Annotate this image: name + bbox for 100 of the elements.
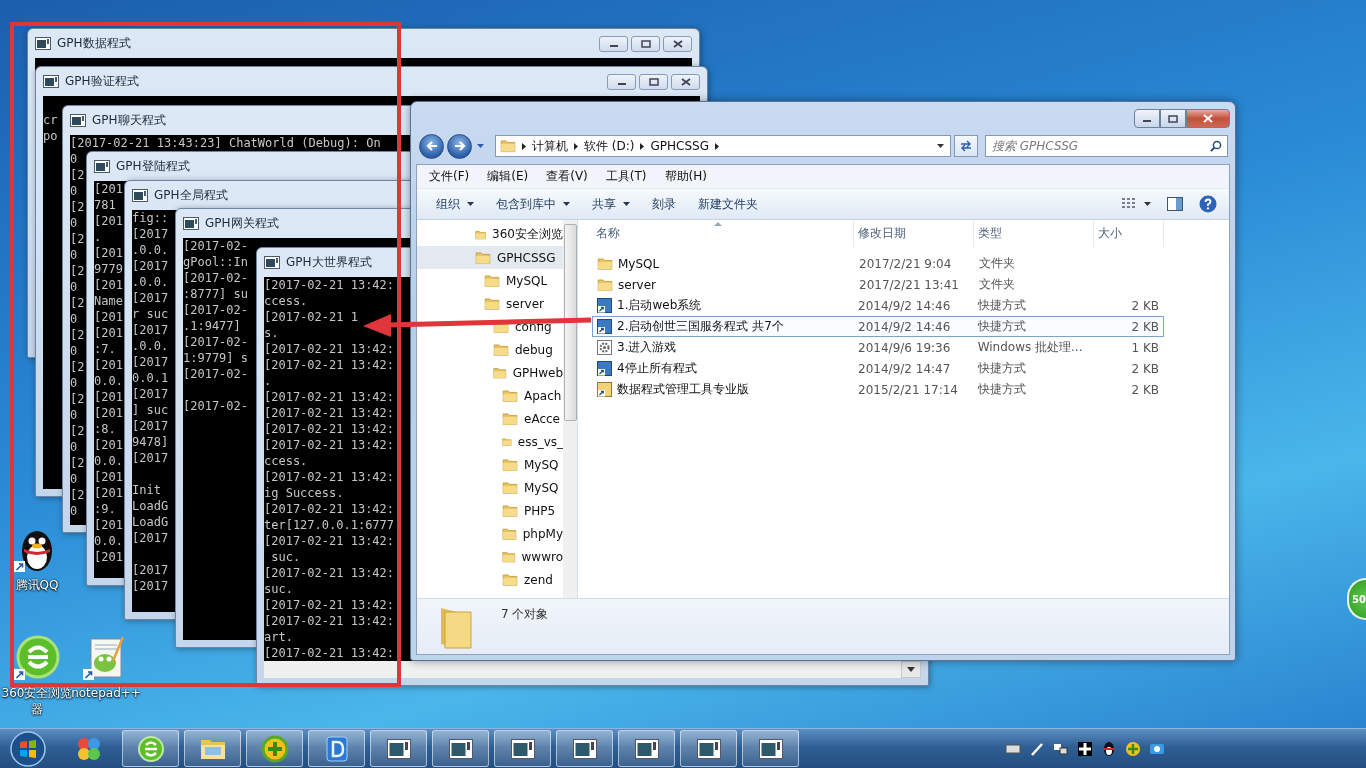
tree-item[interactable]: GPHweb <box>417 361 563 384</box>
tree-item[interactable]: wwwro <box>417 545 563 568</box>
file-row[interactable]: 2.启动创世三国服务程式 共7个 2014/9/2 14:46 快捷方式 2 KB <box>592 316 1164 337</box>
taskbar-button[interactable] <box>246 730 303 767</box>
toolbar-button[interactable]: 组织 <box>427 191 483 217</box>
window-title: GPH验证程式 <box>65 73 139 90</box>
tree-item[interactable]: debug <box>417 338 563 361</box>
menu-item[interactable]: 查看(V) <box>538 166 596 187</box>
taskbar-button[interactable] <box>308 730 365 767</box>
console-line: gPool::In <box>183 254 249 270</box>
toolbar-button[interactable]: 刻录 <box>643 191 685 217</box>
plus-icon <box>1125 740 1141 757</box>
column-header[interactable]: 大小 <box>1094 220 1164 247</box>
close-button[interactable] <box>1186 109 1230 128</box>
forward-button[interactable] <box>447 133 472 159</box>
column-header[interactable]: 类型 <box>974 220 1094 247</box>
taskbar-button[interactable] <box>680 730 737 767</box>
tree-item[interactable]: PHP5 <box>417 499 563 522</box>
taskbar-button[interactable] <box>742 730 799 767</box>
minimize-button[interactable] <box>599 35 628 52</box>
close-icon <box>1202 114 1214 123</box>
file-row[interactable]: server 2017/2/21 13:41 文件夹 <box>592 274 1164 295</box>
console-window-icon <box>183 217 199 230</box>
console-line: [2 <box>70 263 85 279</box>
toolbar-button[interactable]: 包含到库中 <box>487 191 579 217</box>
scroll-button[interactable] <box>901 661 921 678</box>
file-row[interactable]: 4停止所有程式 2014/9/2 14:47 快捷方式 2 KB <box>592 358 1164 379</box>
tree-item[interactable]: config <box>417 315 563 338</box>
scroll-thumb[interactable] <box>563 224 577 421</box>
maximize-button[interactable] <box>1160 109 1186 128</box>
console-line: 0 <box>70 151 78 167</box>
search-field[interactable]: 搜索 GPHCSSG <box>985 135 1228 157</box>
tree-item[interactable]: zend <box>417 568 563 591</box>
tree-item[interactable]: server <box>417 292 563 315</box>
tree-item[interactable]: MySQL <box>417 269 563 292</box>
file-row[interactable]: 数据程式管理工具专业版 2015/2/21 17:14 快捷方式 2 KB <box>592 379 1164 400</box>
menu-item[interactable]: 帮助(H) <box>656 166 715 187</box>
file-row[interactable]: MySQL 2017/2/21 9:04 文件夹 <box>592 253 1164 274</box>
toolbar-button[interactable]: 共享 <box>583 191 639 217</box>
window-title: GPH登陆程式 <box>116 158 190 175</box>
address-bar[interactable]: 计算机 软件 (D:) GPHCSSG <box>495 135 951 157</box>
history-dropdown-button[interactable] <box>475 144 486 148</box>
console-line: s. <box>264 325 279 341</box>
file-row[interactable]: 1.启动web系统 2014/9/2 14:46 快捷方式 2 KB <box>592 295 1164 316</box>
sort-arrow-icon <box>714 222 722 226</box>
breadcrumb-link[interactable]: 计算机 <box>532 137 568 155</box>
minimize-button[interactable] <box>607 73 636 90</box>
vertical-scrollbar[interactable] <box>563 220 577 598</box>
maximize-button[interactable] <box>639 73 668 90</box>
tree-item[interactable]: MySQ <box>417 476 563 499</box>
console-line: [2 <box>70 455 85 471</box>
refresh-button[interactable] <box>954 135 978 157</box>
taskbar-button[interactable] <box>122 730 179 767</box>
console-line: [201 <box>94 437 123 453</box>
breadcrumb-link[interactable]: 软件 (D:) <box>584 137 635 155</box>
minimize-button[interactable] <box>1134 109 1160 128</box>
file-type: Windows 批处理... <box>976 339 1084 356</box>
tree-item[interactable]: MySQ <box>417 453 563 476</box>
file-row[interactable]: 3.进入游戏 2014/9/6 19:36 Windows 批处理... 1 KB <box>592 337 1164 358</box>
tree-item[interactable]: ess_vs_ <box>417 430 563 453</box>
tree-item[interactable]: eAcce <box>417 407 563 430</box>
close-icon <box>672 39 683 48</box>
console-line: [2017 <box>132 450 169 466</box>
back-button[interactable] <box>419 133 444 159</box>
toolbar-button[interactable]: 新建文件夹 <box>689 191 767 217</box>
column-header[interactable]: 修改日期 <box>854 220 974 247</box>
square-icon <box>1077 740 1093 757</box>
tree-item[interactable]: 360安全浏览 <box>417 223 563 246</box>
taskbar-button[interactable] <box>184 730 241 767</box>
tree-item[interactable]: GPHCSSG <box>417 246 563 269</box>
console-line: Init <box>132 482 161 498</box>
menu-item[interactable]: 工具(T) <box>597 166 655 187</box>
breadcrumb-link[interactable]: GPHCSSG <box>650 139 709 153</box>
close-button[interactable] <box>663 35 692 52</box>
horizontal-scrollbar[interactable] <box>264 661 921 678</box>
maximize-button[interactable] <box>631 35 660 52</box>
window-title: GPH数据程式 <box>57 35 131 52</box>
taskbar-button[interactable] <box>432 730 489 767</box>
menu-item[interactable]: 文件(F) <box>421 166 478 187</box>
taskbar-button[interactable] <box>618 730 675 767</box>
console-line: [2017-02-21 13:42: <box>264 357 395 373</box>
console-line: [2 <box>70 359 85 375</box>
file-name: 3.进入游戏 <box>617 339 677 356</box>
windows-logo-icon <box>9 729 47 768</box>
console-line: 9779 <box>94 261 123 277</box>
close-button[interactable] <box>671 73 700 90</box>
tree-item[interactable]: Apach <box>417 384 563 407</box>
taskbar-button[interactable] <box>556 730 613 767</box>
console-line: suc. <box>264 581 293 597</box>
start-button[interactable] <box>8 729 48 768</box>
tray-icon-button[interactable] <box>1076 739 1094 758</box>
tree-item[interactable]: phpMy <box>417 522 563 545</box>
console-window-icon <box>70 114 86 127</box>
taskbar-button[interactable] <box>494 730 551 767</box>
menu-item[interactable]: 编辑(E) <box>479 166 537 187</box>
folder-icon <box>597 256 613 271</box>
taskbar-button[interactable] <box>370 730 427 767</box>
console-line: .1:9477] <box>183 318 241 334</box>
console-line: [2017 <box>132 258 169 274</box>
console-line: [2017 <box>132 562 169 578</box>
